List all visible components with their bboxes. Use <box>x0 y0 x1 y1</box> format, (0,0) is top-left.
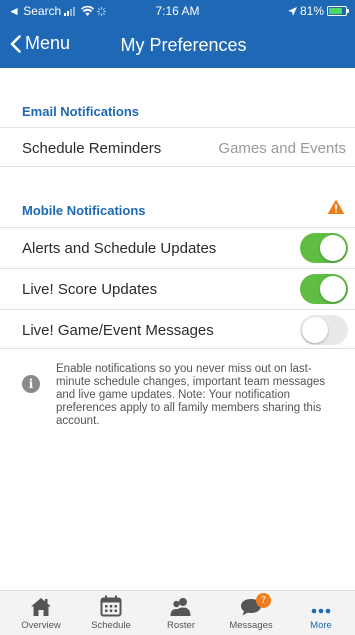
toggle-knob <box>302 317 328 343</box>
battery-percent: 81% <box>299 4 324 18</box>
battery-icon <box>327 6 349 16</box>
tab-messages-label: Messages <box>229 620 273 631</box>
tab-bar: Overview Schedule Roster 7 Messages More <box>0 590 355 635</box>
email-notifications-header: Email Notifications <box>22 104 140 119</box>
alerts-schedule-updates-row: Alerts and Schedule Updates <box>0 227 355 267</box>
toggle-knob <box>320 235 346 261</box>
schedule-reminders-row[interactable]: Schedule Reminders Games and Events <box>0 127 355 167</box>
messages-badge: 7 <box>256 593 271 608</box>
warning-icon[interactable] <box>328 200 344 214</box>
tab-overview-label: Overview <box>21 620 61 631</box>
live-game-event-messages-row: Live! Game/Event Messages <box>0 309 355 349</box>
live-score-updates-row: Live! Score Updates <box>0 268 355 308</box>
status-right: 81% <box>287 4 349 18</box>
schedule-reminders-label: Schedule Reminders <box>22 140 162 157</box>
tab-overview[interactable]: Overview <box>6 595 76 631</box>
house-icon <box>31 598 51 616</box>
mobile-notifications-header: Mobile Notifications <box>22 203 146 218</box>
live-game-event-messages-label: Live! Game/Event Messages <box>22 322 214 339</box>
tab-schedule-label: Schedule <box>91 620 131 631</box>
tab-schedule[interactable]: Schedule <box>76 595 146 631</box>
page-title: My Preferences <box>120 35 247 55</box>
calendar-icon <box>100 595 122 617</box>
navigation-bar: Menu My Preferences <box>0 22 355 68</box>
people-icon <box>170 598 191 616</box>
more-dots-icon <box>311 608 331 614</box>
toggle-knob <box>320 276 346 302</box>
battery-fill <box>329 8 342 14</box>
alerts-schedule-updates-toggle[interactable] <box>300 233 348 263</box>
tab-more-label: More <box>310 620 332 631</box>
schedule-reminders-value: Games and Events <box>218 140 346 157</box>
live-score-updates-label: Live! Score Updates <box>22 281 158 298</box>
tab-roster[interactable]: Roster <box>146 595 216 631</box>
tab-more[interactable]: More <box>286 595 355 631</box>
alerts-schedule-updates-label: Alerts and Schedule Updates <box>22 240 217 257</box>
info-icon: i <box>22 375 40 393</box>
live-game-event-messages-toggle[interactable] <box>300 315 348 345</box>
info-text: Enable notifications so you never miss o… <box>56 363 326 427</box>
live-score-updates-toggle[interactable] <box>300 274 348 304</box>
tab-roster-label: Roster <box>167 620 195 631</box>
status-bar: ◄ Search 7:16 AM 81% <box>0 0 355 22</box>
location-arrow-icon <box>287 6 297 16</box>
tab-messages[interactable]: 7 Messages <box>216 593 286 631</box>
